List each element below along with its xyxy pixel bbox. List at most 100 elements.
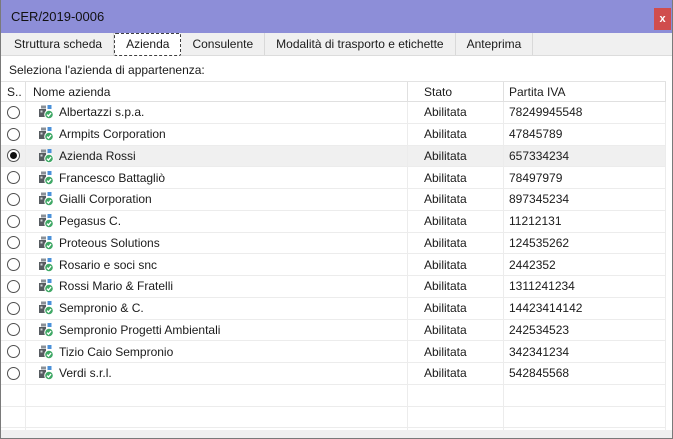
company-verified-icon — [38, 278, 59, 294]
name-cell: Gialli Corporation — [26, 189, 408, 210]
tab-modalita-trasporto[interactable]: Modalità di trasporto e etichette — [265, 33, 456, 55]
table-row[interactable]: Armpits Corporation Abilitata 47845789 — [1, 123, 666, 146]
table-row[interactable]: Gialli Corporation Abilitata 897345234 — [1, 189, 666, 211]
company-name: Sempronio & C. — [59, 301, 144, 316]
table-row[interactable]: Francesco Battagliò Abilitata 78497979 — [1, 167, 666, 189]
table-row[interactable]: Azienda Rossi Abilitata 657334234 — [1, 145, 666, 168]
empty-cell — [408, 406, 504, 428]
close-button[interactable]: x — [654, 8, 671, 30]
column-header-stato[interactable]: Stato — [408, 82, 504, 101]
name-cell: Armpits Corporation — [26, 123, 408, 145]
empty-cell — [1, 384, 26, 406]
company-piva: 47845789 — [509, 127, 563, 142]
table-header: S.. Nome azienda Stato Partita IVA — [1, 82, 666, 102]
company-radio[interactable] — [6, 366, 20, 380]
company-piva: 11212131 — [509, 214, 562, 229]
table-row[interactable]: Tizio Caio Sempronio Abilitata 342341234 — [1, 341, 666, 363]
company-name: Armpits Corporation — [59, 127, 166, 142]
status-cell: Abilitata — [408, 319, 504, 341]
piva-cell: 78249945548 — [504, 102, 666, 123]
tab-anteprima[interactable]: Anteprima — [456, 33, 534, 55]
status-cell: Abilitata — [408, 232, 504, 254]
company-verified-icon — [38, 235, 59, 251]
company-piva: 342341234 — [509, 344, 570, 359]
name-cell: Pegasus C. — [26, 210, 408, 232]
table-row[interactable]: Pegasus C. Abilitata 11212131 — [1, 210, 666, 233]
piva-cell: 2442352 — [504, 254, 666, 275]
table-row[interactable]: Proteous Solutions Abilitata 124535262 — [1, 232, 666, 255]
selection-cell — [1, 319, 26, 341]
tab-consulente[interactable]: Consulente — [181, 33, 266, 55]
title-bar[interactable]: CER/2019-0006 x — [1, 0, 672, 33]
table-row[interactable]: Verdi s.r.l. Abilitata 542845568 — [1, 363, 666, 385]
status-cell: Abilitata — [408, 102, 504, 123]
company-name: Azienda Rossi — [59, 148, 136, 163]
company-name: Rossi Mario & Fratelli — [59, 279, 174, 294]
company-piva: 242534523 — [509, 322, 570, 337]
table-row[interactable]: Rossi Mario & Fratelli Abilitata 131124123… — [1, 276, 666, 298]
company-radio[interactable] — [6, 258, 20, 272]
table-body: Albertazzi s.p.a. Abilitata 78249945548 Arm… — [1, 102, 666, 430]
company-name: Francesco Battagliò — [59, 170, 166, 185]
company-name: Proteous Solutions — [59, 235, 160, 250]
empty-cell — [504, 384, 666, 406]
company-radio[interactable] — [6, 323, 20, 337]
column-header-partita-iva[interactable]: Partita IVA — [504, 82, 666, 101]
name-cell: Verdi s.r.l. — [26, 363, 408, 384]
company-radio[interactable] — [6, 171, 20, 185]
company-radio[interactable] — [6, 236, 20, 250]
name-cell: Tizio Caio Sempronio — [26, 341, 408, 362]
company-radio[interactable] — [6, 279, 20, 293]
company-status: Abilitata — [424, 257, 467, 272]
company-status: Abilitata — [424, 279, 467, 294]
company-radio[interactable] — [6, 127, 20, 141]
company-radio[interactable] — [6, 301, 20, 315]
company-name: Rosario e soci snc — [59, 257, 158, 272]
company-radio[interactable] — [6, 214, 20, 228]
company-piva: 2442352 — [509, 257, 556, 272]
company-status: Abilitata — [424, 127, 467, 142]
empty-cell — [1, 406, 26, 428]
company-status: Abilitata — [424, 301, 467, 316]
column-header-selection[interactable]: S.. — [1, 82, 26, 101]
selection-cell — [1, 363, 26, 384]
table-row[interactable]: Sempronio Progetti Ambientali Abilitata 24… — [1, 319, 666, 342]
company-verified-icon — [38, 148, 59, 164]
tab-struttura-scheda[interactable]: Struttura scheda — [3, 33, 115, 55]
column-header-nome-azienda[interactable]: Nome azienda — [26, 82, 408, 101]
empty-cell — [408, 384, 504, 406]
piva-cell: 897345234 — [504, 189, 666, 210]
table-row[interactable]: Rosario e soci snc Abilitata 2442352 — [1, 254, 666, 276]
selection-cell — [1, 189, 26, 210]
company-status: Abilitata — [424, 366, 467, 381]
company-radio[interactable] — [6, 149, 20, 163]
company-verified-icon — [38, 104, 59, 120]
empty-cell — [504, 428, 666, 430]
company-verified-icon — [38, 191, 59, 207]
table-row[interactable]: Albertazzi s.p.a. Abilitata 78249945548 — [1, 102, 666, 124]
table-row[interactable]: Sempronio & C. Abilitata 14423414142 — [1, 297, 666, 320]
dialog-window: CER/2019-0006 x Struttura scheda Azienda… — [0, 0, 673, 439]
company-piva: 78249945548 — [509, 105, 583, 120]
name-cell: Sempronio & C. — [26, 297, 408, 319]
company-piva: 1311241234 — [509, 279, 575, 294]
empty-cell — [504, 406, 666, 428]
status-cell: Abilitata — [408, 254, 504, 275]
company-radio[interactable] — [6, 105, 20, 119]
empty-row — [1, 406, 666, 429]
close-icon: x — [659, 13, 666, 25]
company-name: Albertazzi s.p.a. — [59, 105, 145, 120]
company-status: Abilitata — [424, 235, 467, 250]
name-cell: Rosario e soci snc — [26, 254, 408, 275]
company-radio[interactable] — [6, 192, 20, 206]
company-radio[interactable] — [6, 345, 20, 359]
empty-cell — [26, 406, 408, 428]
selection-cell — [1, 341, 26, 362]
tab-azienda[interactable]: Azienda — [114, 33, 182, 56]
selection-cell — [1, 297, 26, 319]
piva-cell: 657334234 — [504, 145, 666, 167]
status-cell: Abilitata — [408, 276, 504, 297]
piva-cell: 11212131 — [504, 210, 666, 232]
piva-cell: 242534523 — [504, 319, 666, 341]
name-cell: Francesco Battagliò — [26, 167, 408, 188]
